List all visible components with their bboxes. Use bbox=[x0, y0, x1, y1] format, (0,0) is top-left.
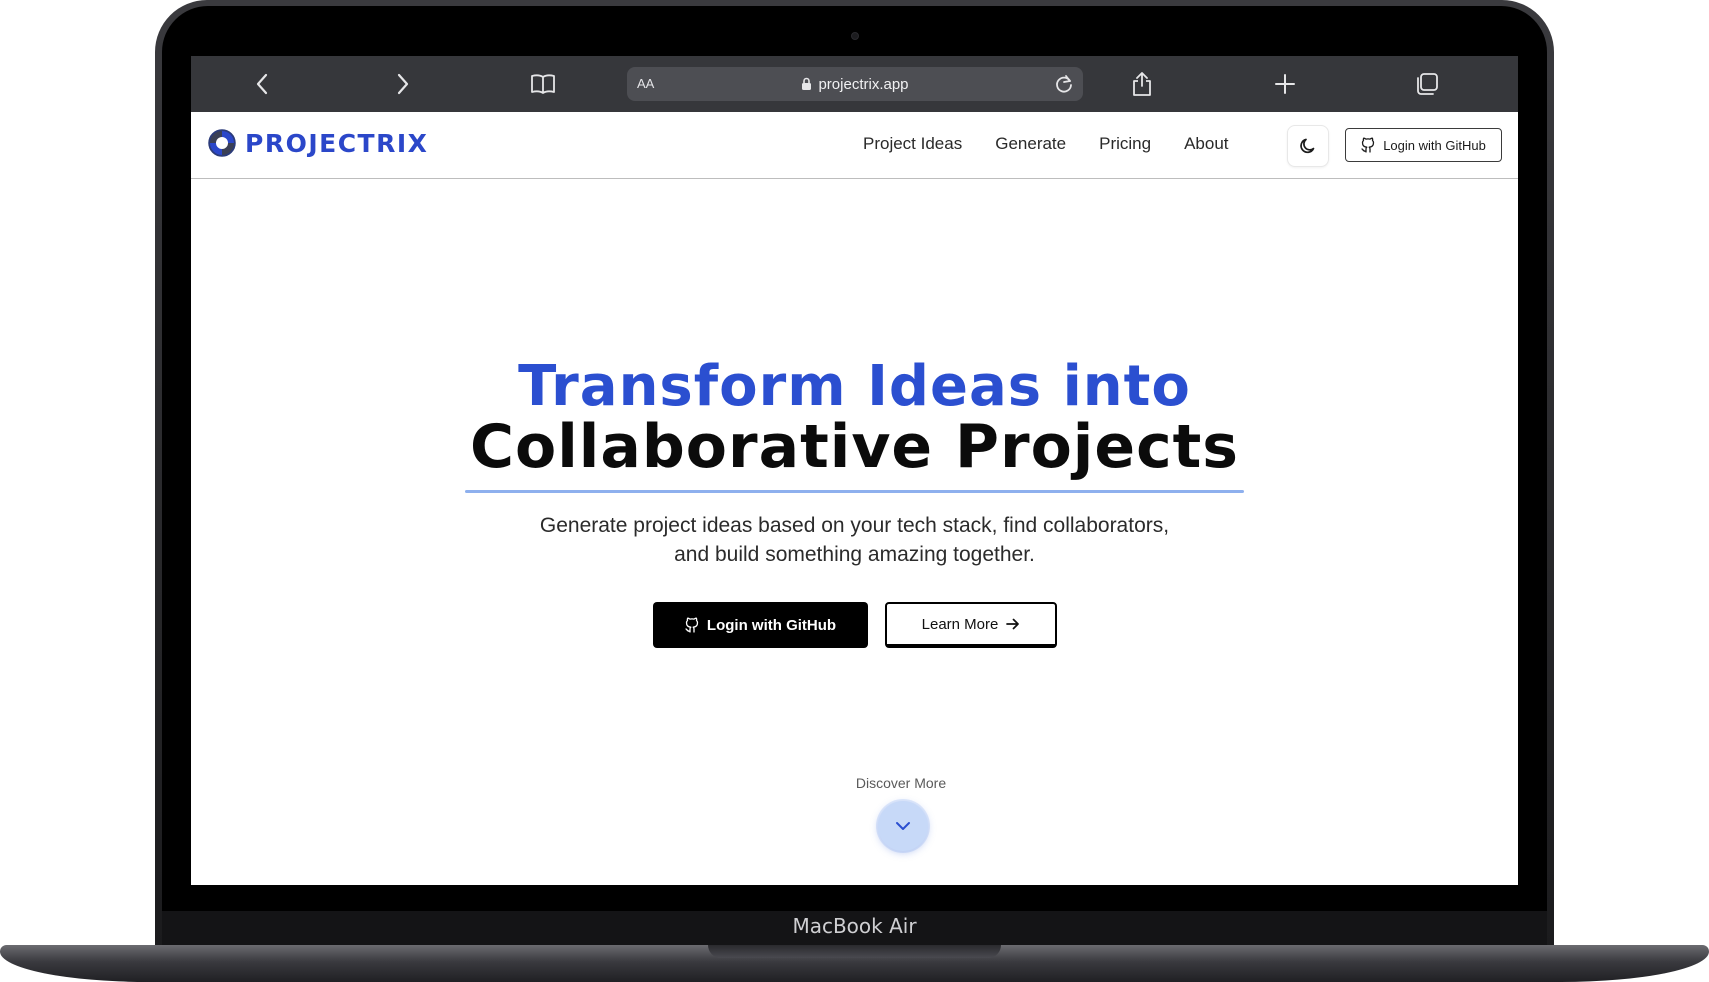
nav-login-button[interactable]: Login with GitHub bbox=[1345, 128, 1502, 162]
site-navbar: PROJECTRIX Project Ideas Generate Pricin… bbox=[191, 112, 1518, 179]
nav-link-pricing[interactable]: Pricing bbox=[1099, 134, 1151, 154]
plus-icon[interactable] bbox=[1271, 70, 1299, 98]
screen: AA projectrix.app PROJECTRIX Project Ide… bbox=[191, 56, 1518, 885]
browser-toolbar: AA projectrix.app bbox=[191, 56, 1518, 112]
hero-subtitle: Generate project ideas based on your tec… bbox=[191, 511, 1518, 569]
login-with-github-button[interactable]: Login with GitHub bbox=[653, 602, 868, 648]
camera bbox=[851, 32, 859, 40]
lock-icon bbox=[802, 77, 812, 90]
nav-login-label: Login with GitHub bbox=[1383, 137, 1486, 153]
github-icon bbox=[1361, 137, 1375, 153]
address-bar[interactable]: AA projectrix.app bbox=[627, 67, 1083, 101]
projectrix-logo-icon bbox=[208, 129, 236, 157]
hero-title-line-2: Collaborative Projects bbox=[469, 412, 1240, 482]
login-with-github-label: Login with GitHub bbox=[706, 616, 837, 634]
tabs-icon[interactable] bbox=[1413, 70, 1441, 98]
theme-toggle-button[interactable] bbox=[1287, 125, 1329, 167]
nav-link-project-ideas[interactable]: Project Ideas bbox=[863, 134, 962, 154]
nav-link-about[interactable]: About bbox=[1184, 134, 1228, 154]
moon-icon bbox=[1300, 138, 1315, 154]
hero-title-line-1: Transform Ideas into bbox=[518, 354, 1191, 419]
book-icon[interactable] bbox=[529, 70, 557, 98]
nav-links: Project Ideas Generate Pricing About bbox=[863, 134, 1262, 154]
learn-more-button[interactable]: Learn More bbox=[885, 602, 1057, 648]
reload-icon[interactable] bbox=[1053, 73, 1075, 95]
hero-subtitle-line-1: Generate project ideas based on your tec… bbox=[539, 514, 1170, 537]
learn-more-label: Learn More bbox=[921, 615, 999, 633]
device-label: MacBook Air bbox=[792, 914, 917, 938]
hero-title-underline bbox=[465, 490, 1244, 493]
discover-more-button[interactable] bbox=[878, 801, 928, 851]
laptop-notch bbox=[708, 945, 1001, 958]
url-wrap: projectrix.app bbox=[627, 67, 1083, 101]
arrow-right-icon bbox=[1006, 618, 1020, 630]
github-icon bbox=[685, 617, 699, 633]
chevron-down-icon bbox=[896, 822, 910, 830]
logo[interactable]: PROJECTRIX bbox=[207, 128, 428, 158]
hero-subtitle-line-2: and build something amazing together. bbox=[674, 543, 1035, 566]
share-icon[interactable] bbox=[1128, 70, 1156, 98]
chevron-left-icon[interactable] bbox=[248, 70, 276, 98]
discover-more-label: Discover More bbox=[855, 775, 947, 791]
nav-link-generate[interactable]: Generate bbox=[995, 134, 1066, 154]
brand-name: PROJECTRIX bbox=[245, 128, 429, 158]
url-text: projectrix.app bbox=[818, 75, 909, 93]
chevron-right-icon[interactable] bbox=[389, 70, 417, 98]
